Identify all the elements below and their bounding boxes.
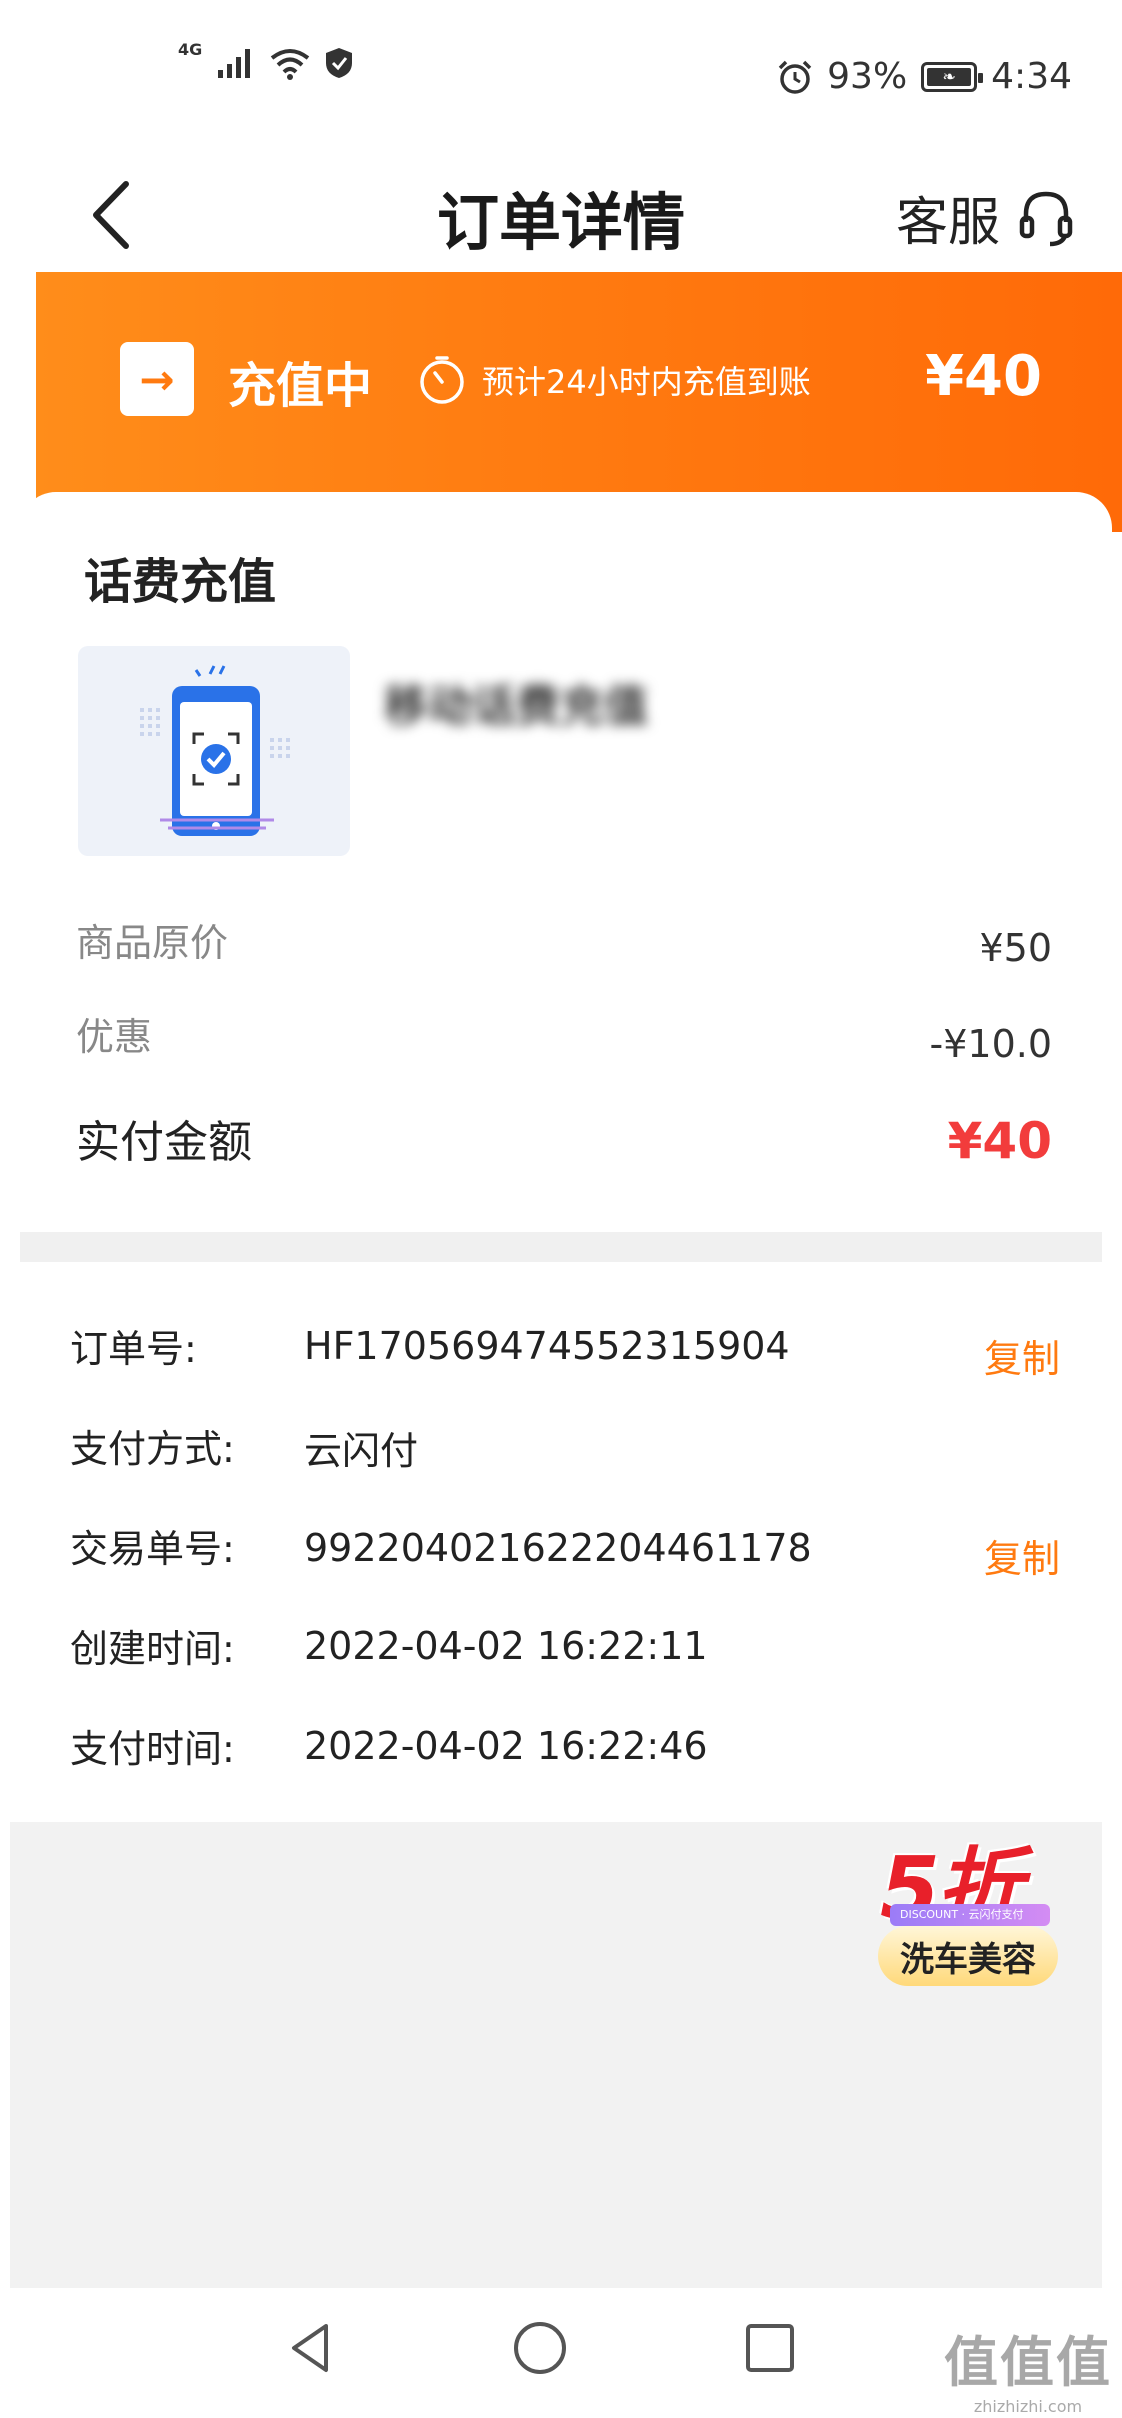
system-nav-bar: 值值值 zhizhizhi.com (0, 2288, 1122, 2418)
product-name: 移动话费充值 (384, 681, 648, 732)
clock: 4:34 (991, 56, 1072, 97)
alarm-icon (778, 60, 812, 94)
copy-order-no-button[interactable]: 复制 (984, 1328, 1060, 1383)
original-price: ¥50 (979, 926, 1052, 970)
shield-icon (326, 48, 353, 78)
card-title: 话费充值 (84, 554, 277, 610)
recharge-status-icon: → (120, 342, 194, 416)
wifi-icon (271, 49, 310, 80)
phone-check-icon (140, 665, 290, 836)
pay-method: 云闪付 (304, 1429, 419, 1473)
section-divider (20, 1232, 1102, 1262)
paid-time: 2022-04-02 16:22:46 (304, 1724, 708, 1768)
order-no: HF170569474552315904 (304, 1324, 790, 1368)
copy-trade-no-button[interactable]: 复制 (984, 1528, 1060, 1583)
banner-amount: ¥40 (925, 344, 1042, 409)
timer-icon (420, 356, 464, 404)
order-no-label: 订单号: (70, 1327, 197, 1371)
discount-label: 优惠 (76, 1015, 153, 1059)
status-right: 93% ❧ 4:34 (777, 56, 1072, 97)
network-type: 4G (178, 39, 203, 59)
pay-method-label: 支付方式: (70, 1427, 235, 1471)
promo-strip: DISCOUNT · 云闪付支付 (890, 1904, 1050, 1926)
nav-header: 订单详情 客服 (0, 150, 1122, 280)
eta-text: 预计24小时内充值到账 (482, 363, 811, 401)
back-triangle-icon[interactable] (282, 2318, 342, 2378)
watermark: 值值值 zhizhizhi.com (944, 2318, 1112, 2416)
status-left: 4G (178, 40, 354, 80)
paid-label: 实付金额 (76, 1117, 252, 1168)
headset-icon (1019, 191, 1073, 246)
watermark-url: zhizhizhi.com (973, 2397, 1083, 2416)
trade-no: 992204021622204461178 (304, 1526, 812, 1570)
created-time: 2022-04-02 16:22:11 (304, 1624, 708, 1668)
recharge-status: 充值中 (228, 358, 373, 414)
original-price-label: 商品原价 (76, 921, 229, 965)
paid-amount: ¥40 (947, 1112, 1052, 1170)
product-image (78, 646, 350, 856)
watermark-logo: 值值值 (944, 2331, 1112, 2394)
eta-notice: 预计24小时内充值到账 (416, 354, 811, 406)
discount-value: -¥10.0 (929, 1022, 1053, 1066)
status-bar: 4G 93% ❧ 4:34 (0, 0, 1122, 150)
recent-square-icon[interactable] (740, 2318, 800, 2378)
order-info-section: 订单号: HF170569474552315904 复制 支付方式: 云闪付 交… (10, 1262, 1112, 1822)
home-circle-icon[interactable] (510, 2318, 570, 2378)
promo-float-button[interactable]: 5折 DISCOUNT · 云闪付支付 洗车美容 (870, 1818, 1070, 1988)
created-time-label: 创建时间: (70, 1627, 235, 1671)
customer-service-button[interactable]: 客服 (896, 180, 1074, 255)
product-card: 话费充值 移动话费充值 商品原价 ¥50 优惠 -¥10.0 实付金额 ¥40 (20, 492, 1112, 1232)
battery-percent: 93% (827, 56, 908, 97)
battery-icon: ❧ (921, 61, 984, 92)
trade-no-label: 交易单号: (70, 1527, 235, 1571)
order-detail-screen: 4G 93% ❧ 4:34 订单详情 客服 → 充值中 预计24小时内充值到账 … (0, 0, 1122, 2418)
promo-chip: 洗车美容 (878, 1926, 1058, 1986)
paid-time-label: 支付时间: (70, 1727, 235, 1771)
signal-icon (218, 49, 251, 78)
service-label: 客服 (895, 193, 1000, 253)
